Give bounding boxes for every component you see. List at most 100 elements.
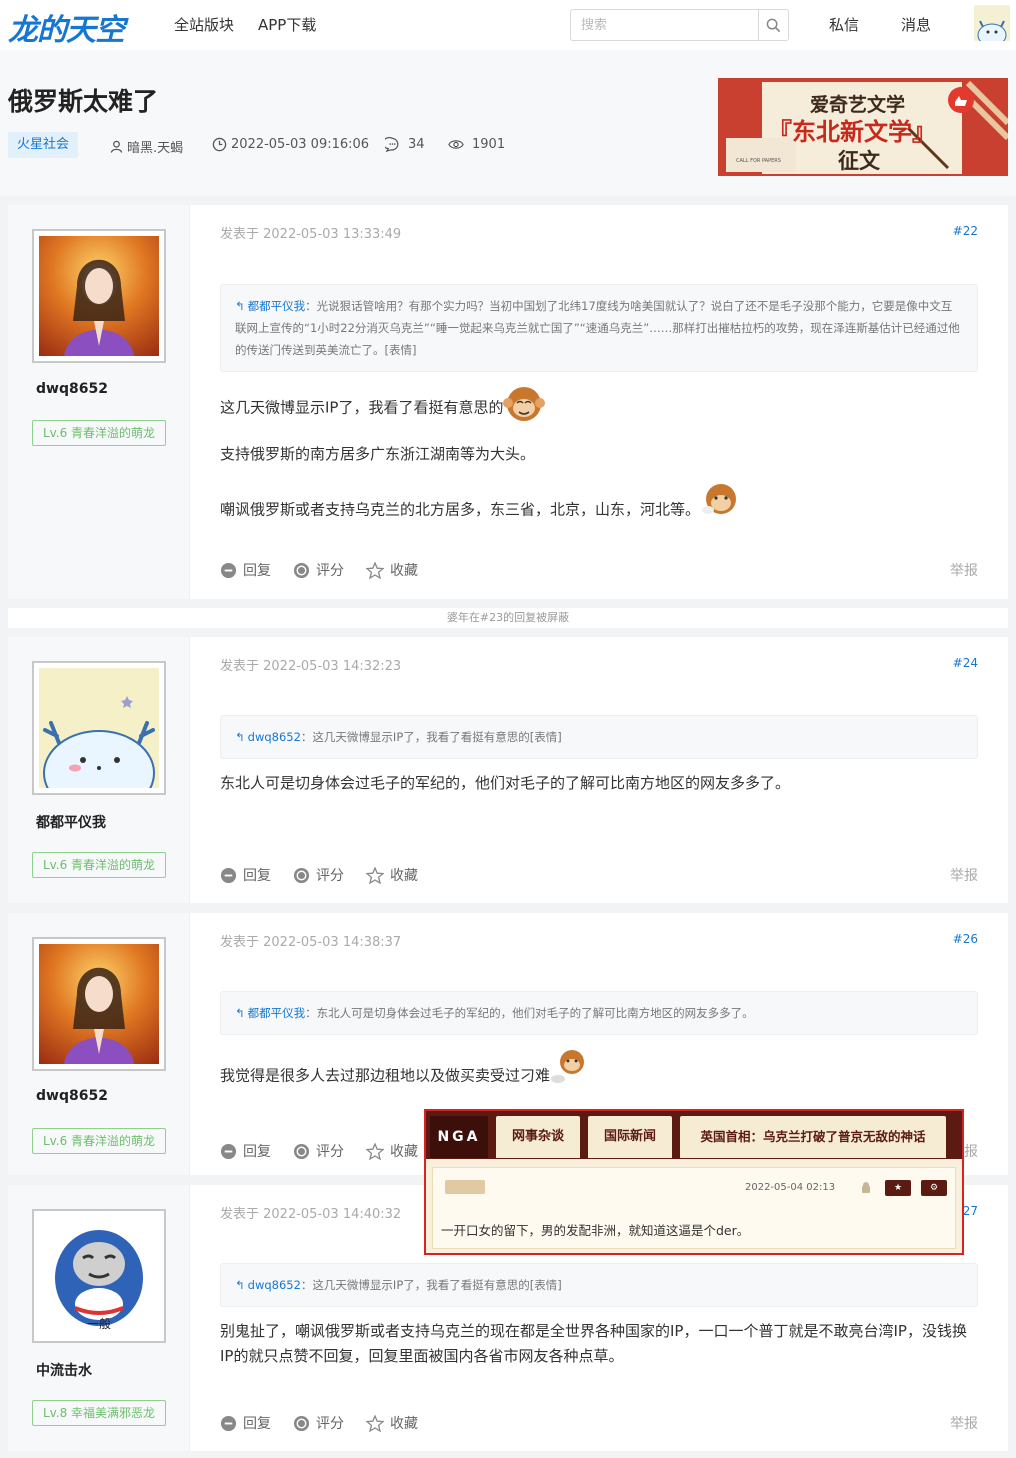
favorite-button[interactable]: 收藏 <box>366 1141 418 1161</box>
star-icon <box>366 561 384 579</box>
reply-icon <box>220 1143 237 1159</box>
user-level-badge: Lv.8 幸福美满邪恶龙 <box>32 1400 166 1426</box>
site-logo[interactable]: 龙的天空 <box>8 5 125 49</box>
nga-logo[interactable]: NGA <box>430 1116 488 1158</box>
reply-arrow-icon: ↰ <box>235 299 245 313</box>
user-level-badge: Lv.6 青春洋溢的萌龙 <box>32 1128 166 1154</box>
username[interactable]: dwq8652 <box>36 1088 108 1104</box>
favorite-button[interactable]: 收藏 <box>366 865 418 885</box>
post-date: 发表于 2022-05-03 13:33:49 <box>220 227 402 242</box>
quote-user[interactable]: dwq8652 <box>248 1278 301 1292</box>
quote-user[interactable]: 都都平仪我 <box>248 1006 306 1020</box>
avatar-caption: 一般 <box>86 1317 111 1331</box>
post-content: 这几天微博显示IP了，我看了看挺有意思的 支持俄罗斯的南方居多广东浙江湖南等为大… <box>220 383 980 526</box>
monkey-emoji-icon <box>550 1047 590 1093</box>
popup-text: 一开口女的留下，男的发配非洲，就知道这逼是个der。 <box>441 1223 750 1238</box>
search-input[interactable] <box>571 10 758 40</box>
quote-user[interactable]: 都都平仪我 <box>248 299 306 313</box>
avatar[interactable] <box>32 937 166 1071</box>
favorite-button[interactable]: 收藏 <box>366 1413 418 1433</box>
post-card: 都都平仪我 Lv.6 青春洋溢的萌龙 发表于 2022-05-03 14:32:… <box>8 637 1008 903</box>
reply-icon <box>220 562 237 578</box>
post-content: 别鬼扯了，嘲讽俄罗斯或者支持乌克兰的现在都是全世界各种国家的IP，一口一个普丁就… <box>220 1319 980 1369</box>
avatar[interactable] <box>32 229 166 363</box>
post-date: 发表于 2022-05-03 14:32:23 <box>220 659 402 674</box>
avatar[interactable]: 一般 <box>32 1209 166 1343</box>
reply-icon <box>220 1415 237 1431</box>
quote-user[interactable]: dwq8652 <box>248 730 301 744</box>
star-button[interactable]: ★ <box>885 1180 911 1196</box>
popup-tab-intl-news[interactable]: 国际新闻 <box>588 1116 672 1158</box>
post-text-line: 这几天微博显示IP了，我看了看挺有意思的 <box>220 398 504 417</box>
rate-label: 评分 <box>316 1144 344 1160</box>
quote-text: ：这几天微博显示IP了，我看了看挺有意思的[表情] <box>300 1278 562 1292</box>
coin-icon <box>293 1143 310 1159</box>
monkey-emoji-icon <box>503 383 546 433</box>
post-text-line: 支持俄罗斯的南方居多广东浙江湖南等为大头。 <box>220 445 536 463</box>
reply-arrow-icon: ↰ <box>235 1006 245 1020</box>
ad-banner[interactable]: 爱奇艺文学 『东北新文学』 征文 CALL FOR PAPERS <box>718 78 1008 176</box>
post-actions: 回复 评分 收藏 <box>220 560 418 580</box>
username[interactable]: 都都平仪我 <box>36 812 106 832</box>
reply-button[interactable]: 回复 <box>220 865 271 885</box>
hidden-reply-notice: 婆年在#23的回复被屏蔽 <box>8 608 1008 628</box>
avatar[interactable] <box>32 661 166 795</box>
settings-button[interactable]: ⚙ <box>921 1180 947 1196</box>
report-link[interactable]: 举报 <box>950 865 978 885</box>
section-tag[interactable]: 火星社会 <box>8 132 79 158</box>
reply-button[interactable]: 回复 <box>220 1141 271 1161</box>
nav-app-download[interactable]: APP下载 <box>258 14 316 35</box>
rate-label: 评分 <box>316 868 344 884</box>
post-text-line: 嘲讽俄罗斯或者支持乌克兰的北方居多，东三省，北京，山东，河北等。 <box>220 500 701 519</box>
banner-line-3: 征文 <box>838 148 880 173</box>
favorite-button[interactable]: 收藏 <box>366 560 418 580</box>
clock-icon <box>212 137 227 152</box>
popup-date: 2022-05-04 02:13 <box>745 1182 836 1193</box>
reply-button[interactable]: 回复 <box>220 1413 271 1433</box>
popup-header: NGA 网事杂谈 国际新闻 英国首相：乌克兰打破了普京无敌的神话 <box>426 1111 962 1159</box>
floor-number[interactable]: #22 <box>953 224 978 238</box>
floor-number[interactable]: #24 <box>953 656 978 670</box>
post-content: 我觉得是很多人去过那边租地以及做买卖受过刁难 <box>220 1050 980 1093</box>
popup-tab-misc[interactable]: 网事杂谈 <box>496 1116 580 1158</box>
coin-icon <box>293 1415 310 1431</box>
nga-popup[interactable]: NGA 网事杂谈 国际新闻 英国首相：乌克兰打破了普京无敌的神话 2022-05… <box>424 1109 964 1255</box>
rate-button[interactable]: 评分 <box>293 1141 344 1161</box>
coin-icon <box>293 867 310 883</box>
post-text-line: 东北人可是切身体会过毛子的军纪的，他们对毛子的了解可比南方地区的网友多多了。 <box>220 774 791 792</box>
rate-button[interactable]: 评分 <box>293 1413 344 1433</box>
quote-block: ↰ 都都平仪我：东北人可是切身体会过毛子的军纪的，他们对毛子的了解可比南方地区的网… <box>220 991 978 1035</box>
banner-small: CALL FOR PAPERS <box>736 158 781 164</box>
user-avatar[interactable] <box>974 5 1010 41</box>
thread-author[interactable]: 暗黑.天蝎 <box>110 137 183 156</box>
report-link[interactable]: 举报 <box>950 560 978 580</box>
search-box <box>570 9 789 41</box>
author-name: 暗黑.天蝎 <box>127 141 184 156</box>
thread-views: 1901 <box>448 137 505 152</box>
avatar-image <box>39 236 159 356</box>
favorite-label: 收藏 <box>390 1416 418 1432</box>
views-count: 1901 <box>472 137 506 152</box>
search-button[interactable] <box>758 10 788 40</box>
floor-number[interactable]: #26 <box>953 932 978 946</box>
post-date: 发表于 2022-05-03 14:40:32 <box>220 1207 402 1222</box>
nav-notifications[interactable]: 消息 <box>901 14 931 35</box>
nav-all-boards[interactable]: 全站版块 <box>174 14 234 35</box>
monkey-emoji-icon <box>700 480 742 526</box>
dragon-avatar-icon <box>977 20 1007 41</box>
thread-comments: 34 <box>385 137 425 152</box>
avatar-image <box>39 944 159 1064</box>
rate-button[interactable]: 评分 <box>293 560 344 580</box>
popup-tab-thread[interactable]: 英国首相：乌克兰打破了普京无敌的神话 <box>680 1116 946 1158</box>
user-sidebar: dwq8652 Lv.6 青春洋溢的萌龙 <box>8 205 190 599</box>
quote-text: ：光说狠话管啥用？有那个实力吗？当初中国划了北纬17度线为啥美国就认了？说白了还… <box>235 299 960 357</box>
reply-button[interactable]: 回复 <box>220 560 271 580</box>
nav-private-message[interactable]: 私信 <box>829 14 859 35</box>
username[interactable]: 中流击水 <box>36 1360 92 1380</box>
user-level-badge: Lv.6 青春洋溢的萌龙 <box>32 420 166 446</box>
username[interactable]: dwq8652 <box>36 381 108 397</box>
rate-label: 评分 <box>316 1416 344 1432</box>
like-dislike-icon[interactable] <box>445 1180 485 1194</box>
report-link[interactable]: 举报 <box>950 1413 978 1433</box>
rate-button[interactable]: 评分 <box>293 865 344 885</box>
